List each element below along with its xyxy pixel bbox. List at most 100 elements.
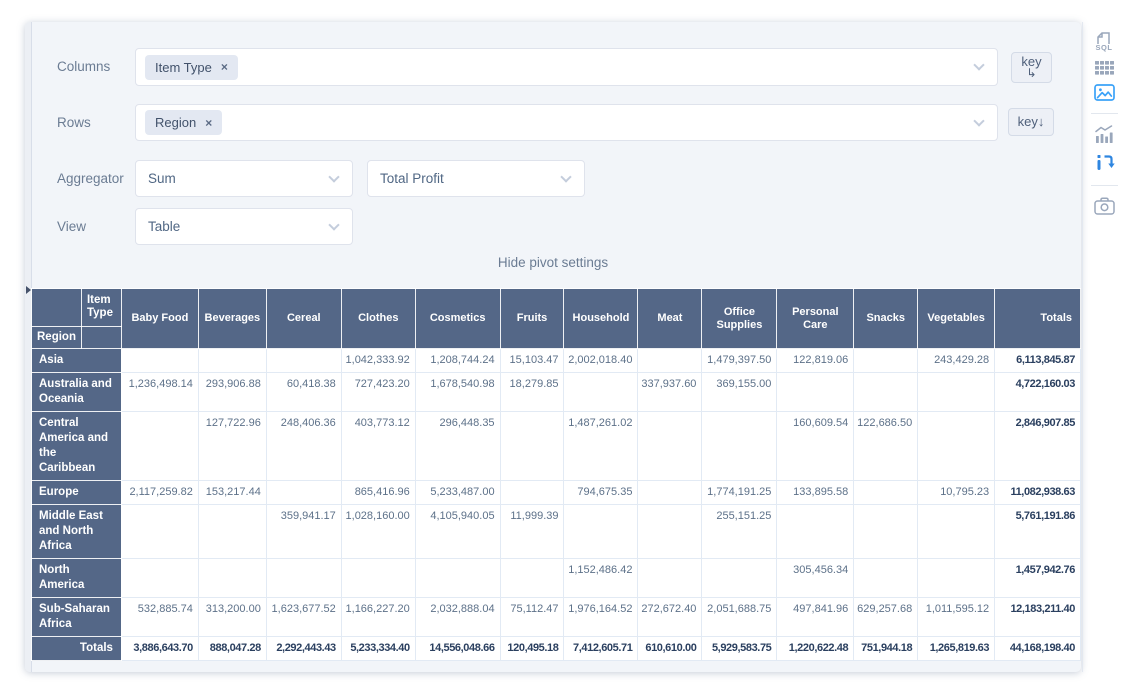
value-cell: 1,623,677.52 <box>266 598 341 637</box>
value-cell <box>638 349 702 373</box>
bar-chart-icon[interactable] <box>1091 125 1117 143</box>
value-cell: 15,103.47 <box>500 349 564 373</box>
chevron-down-icon <box>973 59 984 70</box>
value-cell: 888,047.28 <box>198 637 266 661</box>
value-cell: 293,906.88 <box>198 373 266 412</box>
value-cell <box>121 412 198 481</box>
value-cell: 75,112.47 <box>500 598 564 637</box>
value-cell <box>341 559 415 598</box>
column-header: Snacks <box>854 289 918 349</box>
value-cell <box>777 373 854 412</box>
value-cell <box>702 559 777 598</box>
table-row: North America1,152,486.42305,456.341,457… <box>32 559 1081 598</box>
row-header: Middle East and North Africa <box>32 505 122 559</box>
value-cell: 359,941.17 <box>266 505 341 559</box>
value-cell: 2,002,018.40 <box>564 349 638 373</box>
chevron-down-icon <box>560 171 571 182</box>
value-cell: 1,236,498.14 <box>121 373 198 412</box>
camera-icon[interactable] <box>1091 197 1117 215</box>
value-cell <box>266 349 341 373</box>
value-cell <box>198 505 266 559</box>
table-row: Europe2,117,259.82153,217.44865,416.965,… <box>32 481 1081 505</box>
chevron-down-icon <box>973 115 984 126</box>
value-cell: 1,166,227.20 <box>341 598 415 637</box>
value-cell <box>854 505 918 559</box>
aggregator-label: Aggregator <box>57 171 124 186</box>
column-header: Personal Care <box>777 289 854 349</box>
value-cell: 5,929,583.75 <box>702 637 777 661</box>
value-cell: 11,999.39 <box>500 505 564 559</box>
row-header: Asia <box>32 349 122 373</box>
row-total-cell: 1,457,942.76 <box>995 559 1081 598</box>
value-cell <box>638 505 702 559</box>
value-cell: 1,976,164.52 <box>564 598 638 637</box>
value-cell: 122,686.50 <box>854 412 918 481</box>
column-header: Vegetables <box>918 289 995 349</box>
corner-cell <box>32 289 82 327</box>
value-cell <box>121 505 198 559</box>
value-cell <box>638 481 702 505</box>
value-cell: 305,456.34 <box>777 559 854 598</box>
remove-tag-icon[interactable]: × <box>205 117 212 129</box>
value-cell: 18,279.85 <box>500 373 564 412</box>
value-cell: 1,208,744.24 <box>415 349 500 373</box>
aggregator-field-select[interactable]: Total Profit <box>367 160 585 197</box>
rows-tag: Region × <box>145 110 222 135</box>
rows-tag-label: Region <box>155 115 196 130</box>
row-key-order-button[interactable]: key↓ <box>1008 108 1054 136</box>
value-cell: 2,292,443.43 <box>266 637 341 661</box>
value-cell: 3,886,643.70 <box>121 637 198 661</box>
rows-select[interactable]: Region × <box>135 104 998 141</box>
value-cell: 5,233,487.00 <box>415 481 500 505</box>
value-cell <box>198 349 266 373</box>
value-cell: 313,200.00 <box>198 598 266 637</box>
value-cell: 865,416.96 <box>341 481 415 505</box>
columns-label: Columns <box>57 59 110 74</box>
row-total-cell: 12,183,211.40 <box>995 598 1081 637</box>
value-cell: 1,011,595.12 <box>918 598 995 637</box>
column-header: Baby Food <box>121 289 198 349</box>
value-cell <box>854 349 918 373</box>
corner-cell <box>81 327 121 349</box>
column-header: Beverages <box>198 289 266 349</box>
value-cell <box>121 349 198 373</box>
image-icon[interactable] <box>1091 84 1117 101</box>
column-key-order-button[interactable]: key ↳ <box>1011 52 1052 83</box>
aggregator-field-value: Total Profit <box>368 171 444 186</box>
column-axis-label: Item Type <box>81 289 121 327</box>
value-cell <box>564 373 638 412</box>
sql-icon-label: SQL <box>1096 43 1113 52</box>
view-select[interactable]: Table <box>135 208 353 245</box>
value-cell <box>564 505 638 559</box>
column-header: Clothes <box>341 289 415 349</box>
value-cell: 1,479,397.50 <box>702 349 777 373</box>
hide-pivot-settings-link[interactable]: Hide pivot settings <box>25 255 1081 270</box>
row-header: Australia and Oceania <box>32 373 122 412</box>
remove-tag-icon[interactable]: × <box>221 61 228 73</box>
value-cell: 1,774,191.25 <box>702 481 777 505</box>
row-header: North America <box>32 559 122 598</box>
value-cell: 2,051,688.75 <box>702 598 777 637</box>
table-icon[interactable] <box>1091 61 1117 75</box>
columns-select[interactable]: Item Type × <box>135 48 998 86</box>
sql-icon[interactable]: SQL <box>1091 32 1117 52</box>
value-cell <box>918 373 995 412</box>
value-cell <box>854 481 918 505</box>
value-cell: 2,032,888.04 <box>415 598 500 637</box>
value-cell: 153,217.44 <box>198 481 266 505</box>
pivot-icon[interactable] <box>1091 152 1117 173</box>
pivot-table-container: Item Type Baby FoodBeveragesCerealClothe… <box>31 288 1081 661</box>
grand-total-cell: 44,168,198.40 <box>995 637 1081 661</box>
value-cell: 10,795.23 <box>918 481 995 505</box>
totals-row-header: Totals <box>32 637 122 661</box>
view-value: Table <box>136 219 180 234</box>
value-cell: 751,944.18 <box>854 637 918 661</box>
value-cell: 60,418.38 <box>266 373 341 412</box>
chevron-down-icon <box>328 219 339 230</box>
value-cell <box>638 412 702 481</box>
aggregator-select[interactable]: Sum <box>135 160 353 197</box>
value-cell <box>198 559 266 598</box>
value-cell <box>500 412 564 481</box>
table-row: Asia1,042,333.921,208,744.2415,103.472,0… <box>32 349 1081 373</box>
value-cell: 5,233,334.40 <box>341 637 415 661</box>
